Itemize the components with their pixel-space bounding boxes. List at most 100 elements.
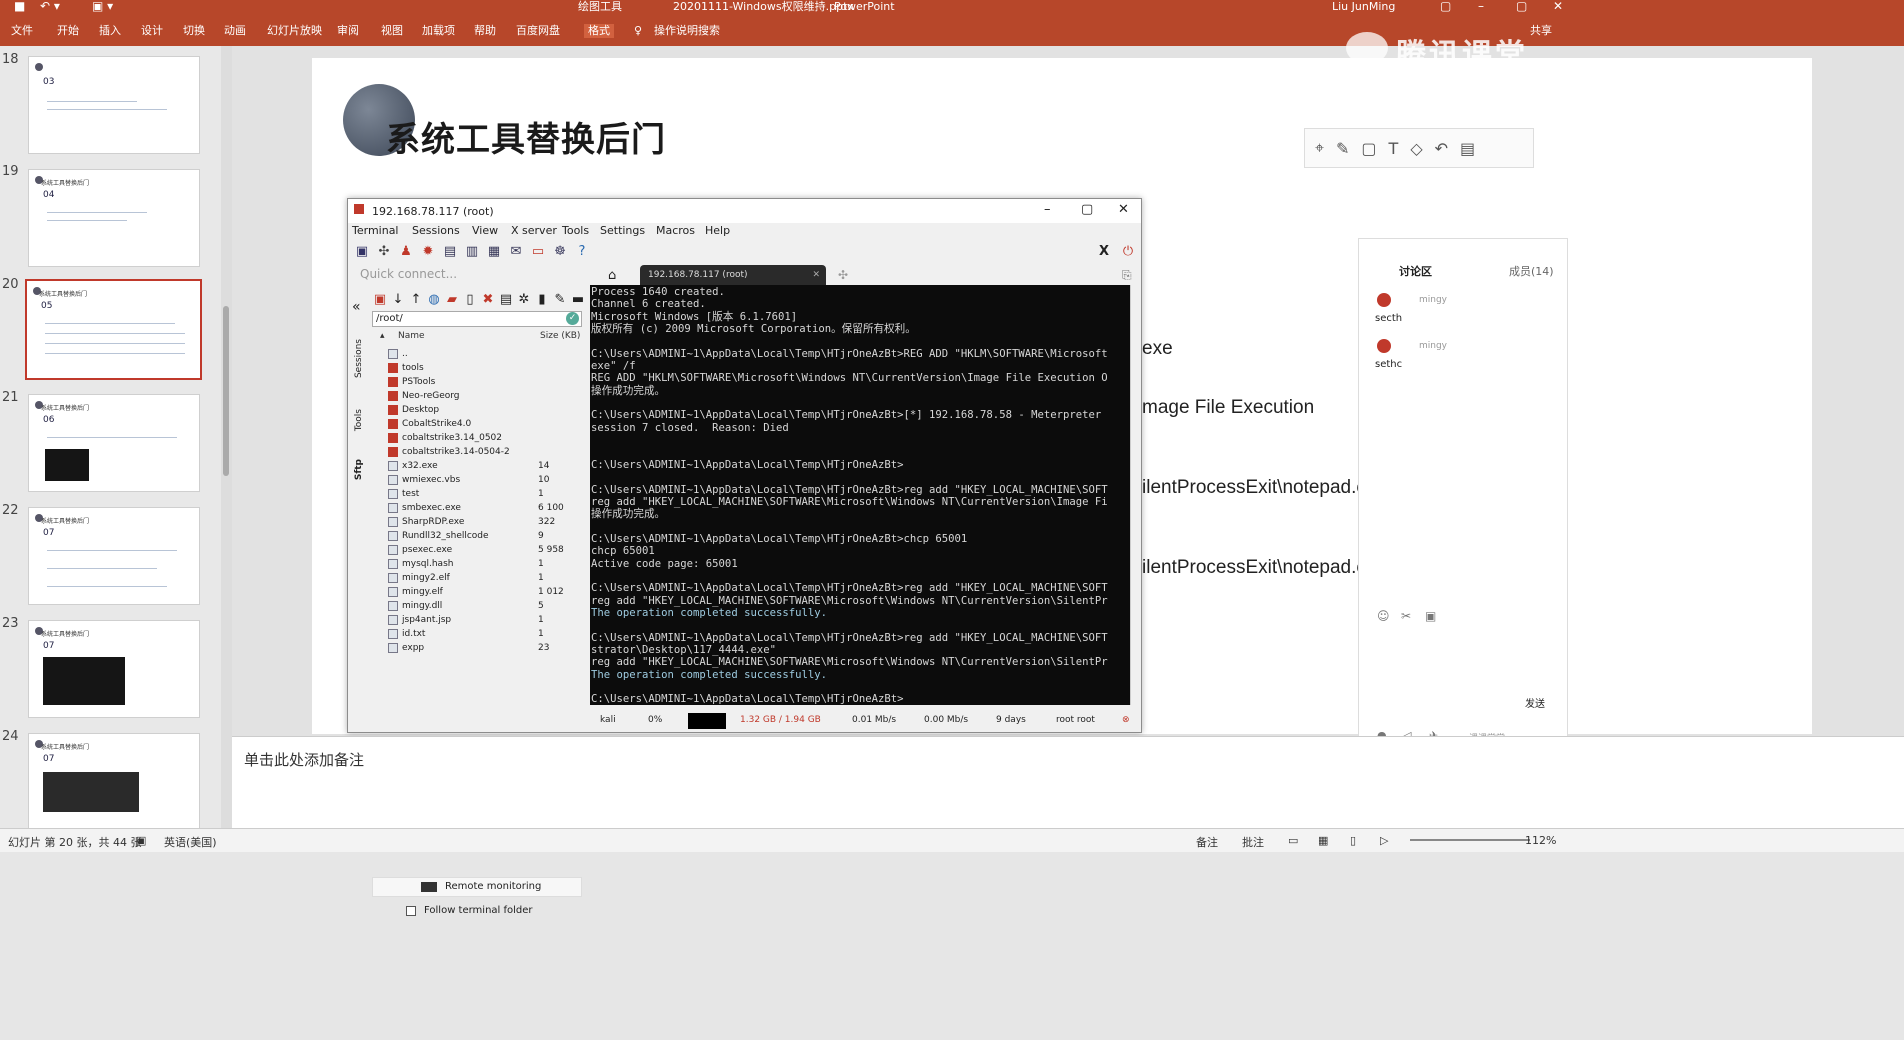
- comments-button[interactable]: 批注: [1242, 834, 1264, 850]
- thumbnail-scrollbar[interactable]: [221, 46, 232, 828]
- scrollbar-thumb[interactable]: [223, 306, 229, 476]
- new-file-icon[interactable]: ▯: [462, 292, 478, 308]
- tab-view[interactable]: 视图: [381, 24, 403, 38]
- tab-design[interactable]: 设计: [141, 24, 163, 38]
- tab-help[interactable]: 帮助: [474, 24, 496, 38]
- upload-icon[interactable]: ↑: [408, 292, 424, 308]
- slide-thumbnail-24[interactable]: 系统工具替换后门 07: [28, 733, 200, 831]
- normal-view-icon[interactable]: ▭: [1288, 834, 1298, 847]
- share-button[interactable]: 共享: [1530, 24, 1552, 38]
- tab-sessions[interactable]: Sessions: [354, 339, 364, 378]
- filter-icon[interactable]: ▮: [534, 292, 550, 308]
- sort-icon[interactable]: ▴: [380, 331, 385, 341]
- terminal-tab[interactable]: 192.168.78.117 (root) ✕: [640, 265, 826, 285]
- column-size[interactable]: Size (KB): [540, 331, 580, 341]
- slide-thumbnail-22[interactable]: 系统工具替换后门 07: [28, 507, 200, 605]
- language-label[interactable]: 英语(美国): [164, 834, 217, 850]
- split-icon[interactable]: ▦: [486, 244, 502, 260]
- tab-sftp[interactable]: Sftp: [354, 459, 364, 480]
- menu-xserver[interactable]: X server: [511, 224, 557, 237]
- menu-view[interactable]: View: [472, 224, 498, 237]
- tab-discussion[interactable]: 讨论区: [1399, 263, 1432, 279]
- tools-icon[interactable]: ♟: [398, 244, 414, 260]
- xserver-icon[interactable]: X: [1096, 244, 1112, 260]
- tab-tools[interactable]: Tools: [354, 409, 364, 431]
- tab-review[interactable]: 审阅: [337, 24, 359, 38]
- tab-transitions[interactable]: 切换: [183, 24, 205, 38]
- menu-sessions[interactable]: Sessions: [412, 224, 460, 237]
- tab-animations[interactable]: 动画: [224, 24, 246, 38]
- menu-help[interactable]: Help: [705, 224, 730, 237]
- packages-icon[interactable]: ☸: [552, 244, 568, 260]
- edit-icon[interactable]: ✎: [552, 292, 568, 308]
- quick-connect-input[interactable]: Quick connect...: [360, 267, 585, 283]
- help-icon[interactable]: ?: [574, 244, 590, 260]
- slide-thumbnail-21[interactable]: 系统工具替换后门 06: [28, 394, 200, 492]
- tab-members[interactable]: 成员(14): [1509, 263, 1554, 279]
- maximize-icon[interactable]: ▢: [1081, 202, 1093, 217]
- undo-icon[interactable]: ↶ ▾: [40, 0, 60, 13]
- slide-text-line[interactable]: ilentProcessExit\notepad.e: [1142, 557, 1367, 579]
- minimize-icon[interactable]: –: [1478, 0, 1484, 13]
- tab-addins[interactable]: 加载项: [422, 24, 455, 38]
- follow-folder-checkbox[interactable]: [406, 906, 416, 916]
- zoom-level[interactable]: 112%: [1525, 834, 1556, 847]
- exit-icon[interactable]: ⏻: [1120, 244, 1136, 260]
- refresh-icon[interactable]: ◍: [426, 292, 442, 308]
- slide-thumbnail-23[interactable]: 系统工具替换后门 07: [28, 620, 200, 718]
- ribbon-display-icon[interactable]: ▢: [1440, 0, 1451, 13]
- new-folder-icon[interactable]: ▰: [444, 292, 460, 308]
- emoji-icon[interactable]: ☺: [1377, 609, 1390, 623]
- minimize-icon[interactable]: –: [1044, 202, 1051, 217]
- tab-baidu[interactable]: 百度网盘: [516, 24, 560, 38]
- slide-text-line[interactable]: mage File Execution: [1142, 397, 1314, 419]
- terminal-output[interactable]: Process 1640 created. Channel 6 created. M…: [590, 285, 1130, 705]
- reading-view-icon[interactable]: ▯: [1350, 834, 1356, 847]
- multiexec-icon[interactable]: ✉: [508, 244, 524, 260]
- remote-monitoring-button[interactable]: Remote monitoring: [372, 877, 582, 897]
- go-icon[interactable]: ✓: [566, 312, 579, 325]
- trash-icon[interactable]: ▤: [1460, 139, 1475, 158]
- sessions-icon[interactable]: ▤: [442, 244, 458, 260]
- tab-file[interactable]: 文件: [11, 24, 33, 38]
- terminal-scrollbar[interactable]: [1130, 285, 1140, 705]
- slide-thumbnail-19[interactable]: 系统工具替换后门 04: [28, 169, 200, 267]
- slide-text-line[interactable]: ilentProcessExit\notepad.e: [1142, 477, 1367, 499]
- notes-button[interactable]: 备注: [1196, 834, 1218, 850]
- path-input[interactable]: /root/: [372, 311, 582, 327]
- tunneling-icon[interactable]: ▭: [530, 244, 546, 260]
- session-icon[interactable]: ▣: [354, 244, 370, 260]
- tab-format[interactable]: 格式: [584, 24, 614, 38]
- slide-title[interactable]: 系统工具替换后门: [386, 112, 666, 161]
- column-name[interactable]: Name: [398, 331, 425, 341]
- pointer-icon[interactable]: ⌖: [1315, 138, 1324, 158]
- tab-close-icon[interactable]: ✕: [812, 265, 820, 285]
- notes-pane[interactable]: 单击此处添加备注: [232, 736, 1904, 828]
- menu-macros[interactable]: Macros: [656, 224, 695, 237]
- tab-insert[interactable]: 插入: [99, 24, 121, 38]
- tell-me-search[interactable]: 操作说明搜索: [654, 24, 720, 38]
- maximize-icon[interactable]: ▢: [1516, 0, 1527, 13]
- save-icon[interactable]: ■: [14, 0, 25, 13]
- text-icon[interactable]: T: [1389, 139, 1399, 158]
- disconnect-icon[interactable]: ⊗: [1122, 715, 1130, 725]
- new-tab-icon[interactable]: ✣: [838, 268, 848, 282]
- games-icon[interactable]: ✹: [420, 244, 436, 260]
- collapse-icon[interactable]: «: [352, 299, 361, 315]
- slideshow-view-icon[interactable]: ▷: [1380, 834, 1388, 847]
- sorter-view-icon[interactable]: ▦: [1318, 834, 1328, 847]
- menu-tools[interactable]: Tools: [562, 224, 589, 237]
- menu-settings[interactable]: Settings: [600, 224, 645, 237]
- terminal-icon[interactable]: ▬: [570, 292, 586, 308]
- present-icon[interactable]: ▣ ▾: [92, 0, 113, 13]
- attach-icon[interactable]: ⎘: [1122, 268, 1132, 283]
- zoom-slider[interactable]: [1410, 839, 1530, 841]
- image-icon[interactable]: ▣: [1425, 609, 1436, 623]
- up-folder-icon[interactable]: ▣: [372, 292, 388, 308]
- accessibility-icon[interactable]: ▣: [136, 834, 146, 847]
- home-tab-icon[interactable]: ⌂: [608, 268, 616, 283]
- slide-thumbnail-18[interactable]: 03: [28, 56, 200, 154]
- eraser-icon[interactable]: ◇: [1410, 139, 1422, 158]
- send-button[interactable]: 发送: [1525, 695, 1545, 710]
- menu-terminal[interactable]: Terminal: [352, 224, 399, 237]
